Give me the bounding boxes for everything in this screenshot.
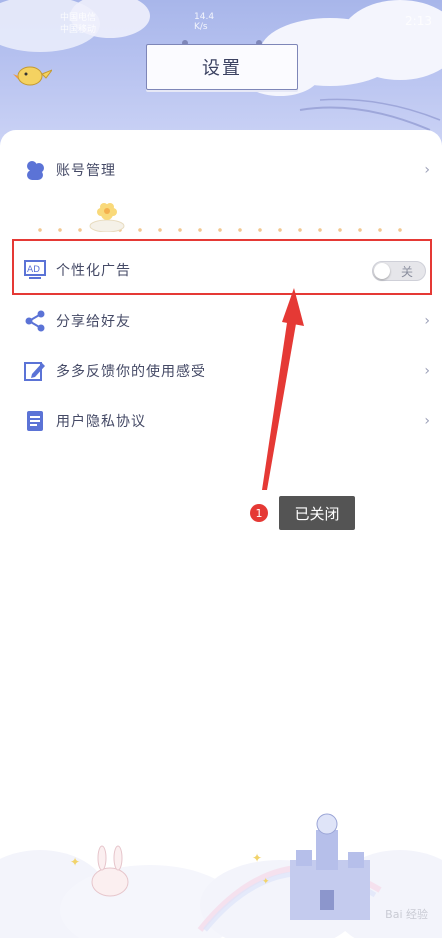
footer-illustration: ✦ ✦ ✦ xyxy=(0,813,442,938)
watermark: Bai 经验 xyxy=(385,908,428,921)
svg-text:✦: ✦ xyxy=(252,851,262,865)
svg-text:✦: ✦ xyxy=(262,877,270,887)
annotation-number-badge: 1 xyxy=(250,504,268,522)
annotation-label: 已关闭 xyxy=(279,496,355,530)
svg-text:✦: ✦ xyxy=(70,855,80,869)
